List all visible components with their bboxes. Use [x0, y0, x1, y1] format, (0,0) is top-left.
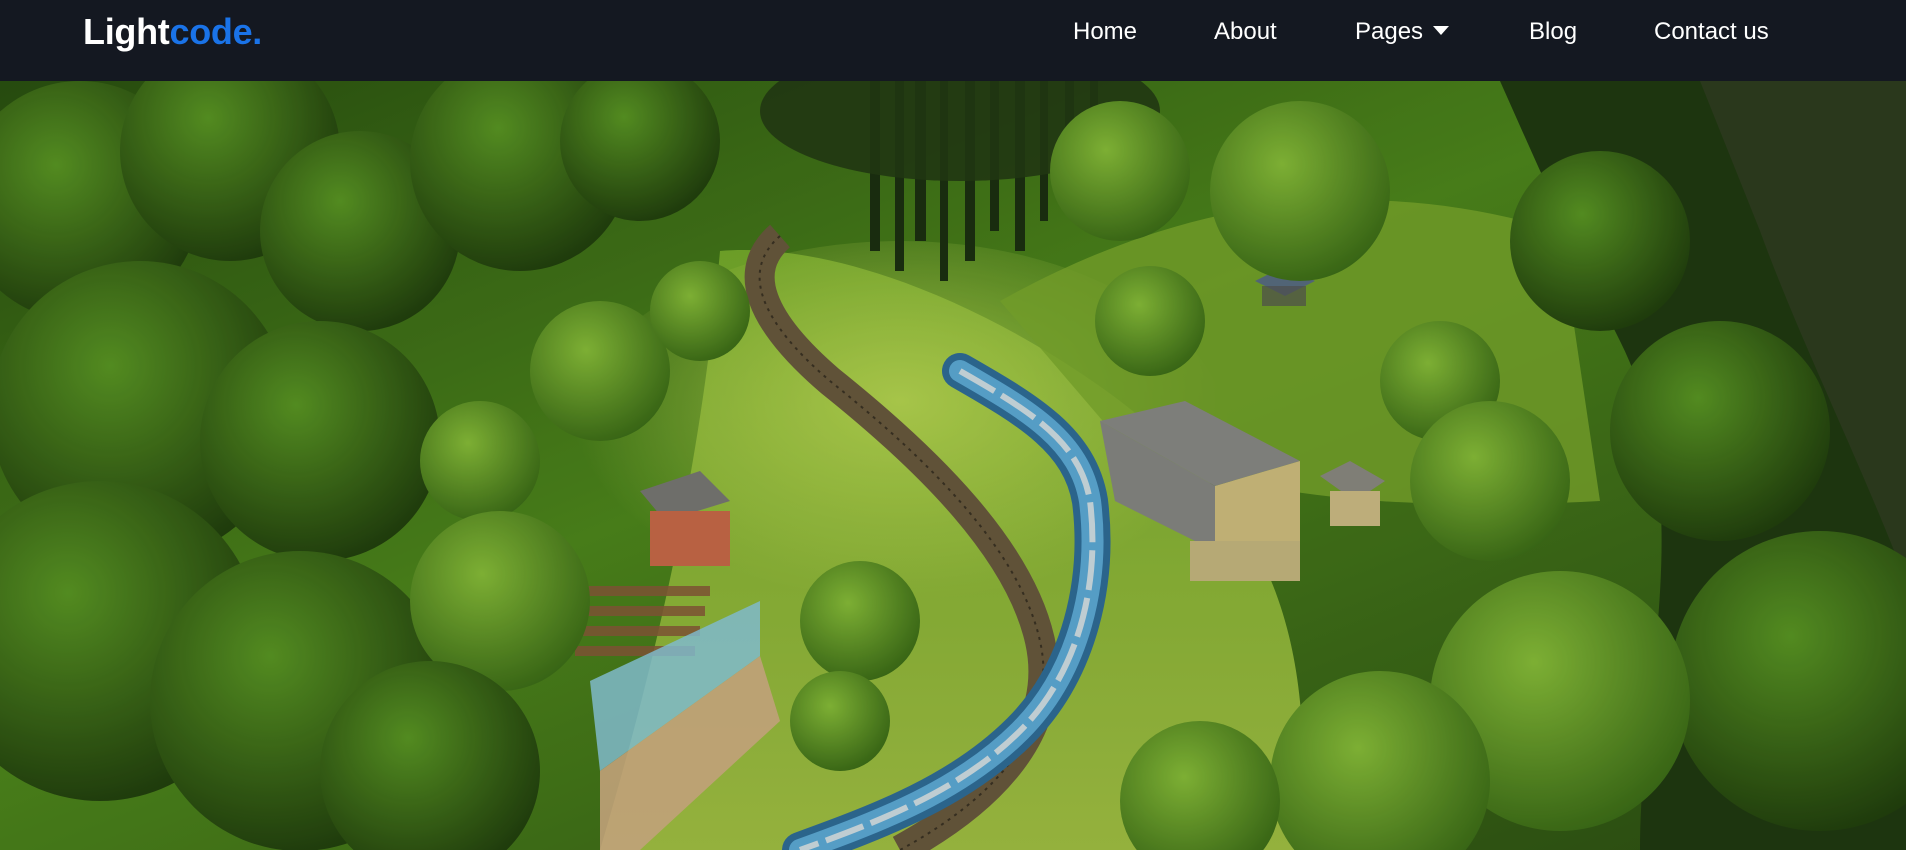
nav-pages-label: Pages: [1355, 18, 1424, 45]
nav-about-link[interactable]: About: [1214, 17, 1277, 47]
nav-contact-link[interactable]: Contact us: [1654, 17, 1769, 47]
caret-down-icon: [1433, 26, 1450, 36]
nav-blog-link[interactable]: Blog: [1529, 17, 1577, 47]
top-navbar: Lightcode. Home About Pages Blog Contact…: [0, 0, 1906, 81]
brand-logo-part-code: code.: [169, 11, 262, 52]
brand-logo-part-light: Light: [83, 11, 170, 52]
hero-banner: [0, 81, 1906, 850]
nav-pages-dropdown[interactable]: Pages: [1355, 17, 1450, 47]
brand-logo[interactable]: Lightcode.: [83, 10, 262, 54]
nav-home-link[interactable]: Home: [1073, 17, 1137, 47]
hero-landscape-image: [0, 81, 1906, 850]
